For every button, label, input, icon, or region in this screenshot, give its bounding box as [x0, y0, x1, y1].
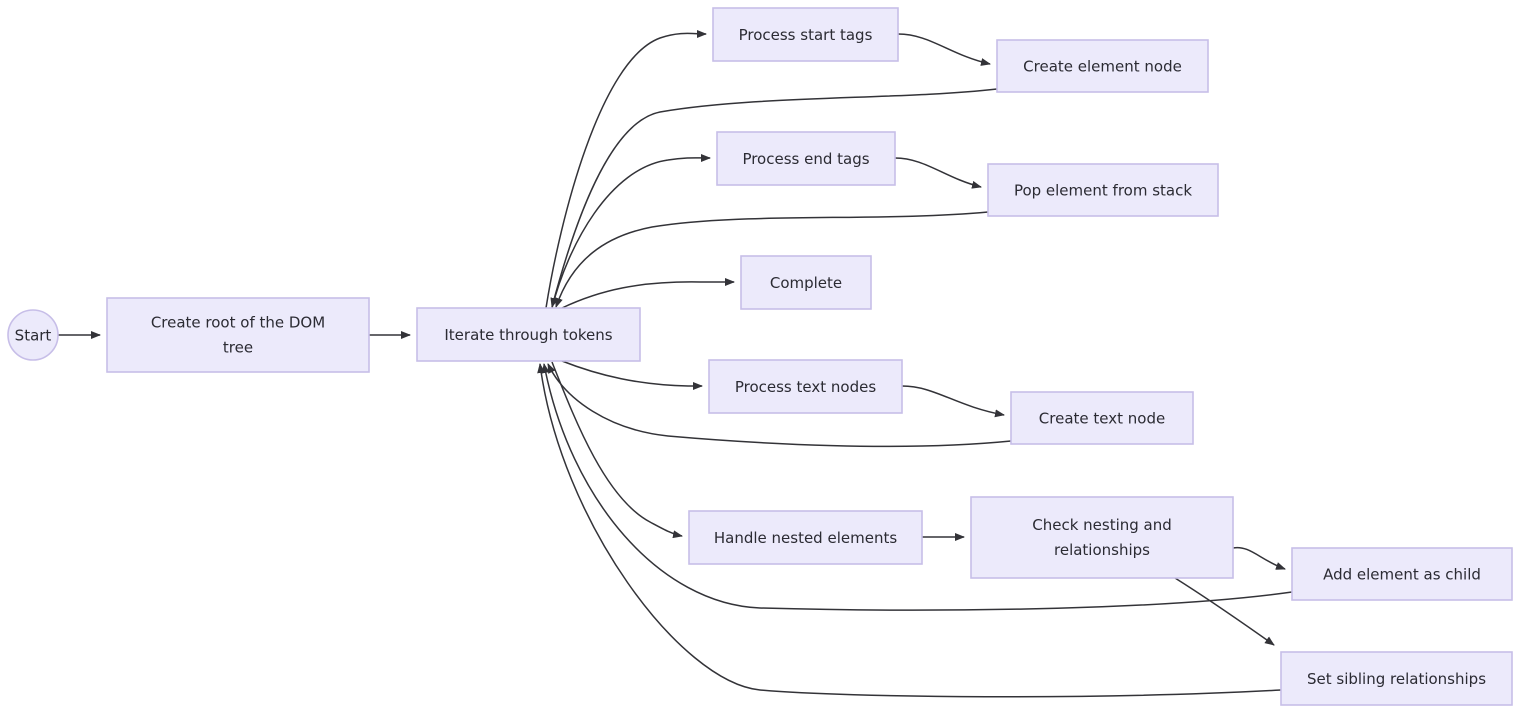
- edge-check-nesting-to-add-element-child: [1232, 546, 1286, 570]
- edge-process-end-tags-to-pop-element: [894, 157, 982, 189]
- create-root-label-line2: tree: [223, 339, 253, 357]
- check-nesting-label-line1: Check nesting and: [1032, 516, 1172, 534]
- edge-process-text-nodes-to-create-text-node: [901, 385, 1005, 418]
- edge-iterate-to-process-text-nodes: [561, 360, 703, 390]
- complete-label: Complete: [770, 274, 842, 292]
- node-process-text-nodes[interactable]: Process text nodes: [708, 359, 903, 414]
- node-complete[interactable]: Complete: [740, 255, 872, 310]
- start-label: Start: [15, 327, 52, 345]
- node-handle-nested[interactable]: Handle nested elements: [688, 510, 923, 565]
- process-start-tags-label: Process start tags: [739, 26, 873, 44]
- add-element-as-child-label: Add element as child: [1323, 566, 1481, 584]
- node-start[interactable]: Start: [7, 309, 59, 361]
- edge-iterate-to-complete: [561, 278, 735, 309]
- create-text-node-label: Create text node: [1039, 410, 1165, 428]
- create-element-node-label: Create element node: [1023, 58, 1182, 76]
- process-text-nodes-label: Process text nodes: [735, 378, 876, 396]
- flowchart-canvas: Start Create root of the DOM tree Iterat…: [0, 0, 1520, 714]
- check-nesting-label-line2: relationships: [1054, 541, 1150, 559]
- set-sibling-relationships-label: Set sibling relationships: [1307, 670, 1486, 688]
- node-set-sibling[interactable]: Set sibling relationships: [1280, 651, 1513, 706]
- node-check-nesting[interactable]: Check nesting and relationships: [970, 496, 1234, 579]
- node-pop-element[interactable]: Pop element from stack: [987, 163, 1219, 217]
- process-end-tags-label: Process end tags: [742, 150, 869, 168]
- create-root-box[interactable]: [106, 297, 370, 373]
- edge-check-nesting-to-set-sibling: [1174, 577, 1275, 646]
- nodes-layer: Start Create root of the DOM tree Iterat…: [7, 7, 1513, 706]
- node-create-element-node[interactable]: Create element node: [996, 39, 1209, 93]
- edge-iterate-to-process-start-tags: [545, 29, 707, 309]
- flowchart-svg: Start Create root of the DOM tree Iterat…: [7, 7, 1513, 706]
- create-root-label-line1: Create root of the DOM: [151, 314, 325, 332]
- node-process-start-tags[interactable]: Process start tags: [712, 7, 899, 62]
- handle-nested-elements-label: Handle nested elements: [714, 529, 897, 547]
- check-nesting-box[interactable]: [970, 496, 1234, 579]
- node-process-end-tags[interactable]: Process end tags: [716, 131, 896, 186]
- node-create-root[interactable]: Create root of the DOM tree: [106, 297, 370, 373]
- iterate-through-tokens-label: Iterate through tokens: [444, 326, 612, 344]
- pop-element-from-stack-label: Pop element from stack: [1014, 182, 1192, 200]
- edge-process-start-tags-to-create-element: [897, 33, 991, 66]
- node-create-text-node[interactable]: Create text node: [1010, 391, 1194, 445]
- edge-iterate-to-handle-nested: [551, 361, 683, 539]
- node-iterate[interactable]: Iterate through tokens: [416, 307, 641, 362]
- node-add-element-child[interactable]: Add element as child: [1291, 547, 1513, 601]
